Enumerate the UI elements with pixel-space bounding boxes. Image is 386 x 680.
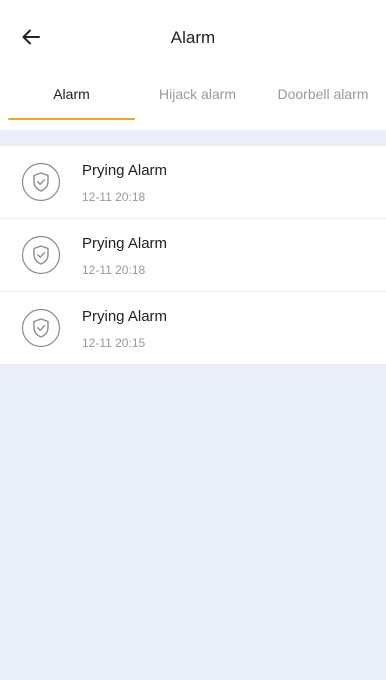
alarm-name: Prying Alarm — [82, 308, 168, 325]
alarm-tabs: Alarm Hijack alarm Doorbell alarm — [0, 82, 386, 120]
app-header: Alarm Alarm Hijack alarm Doorbell alarm — [0, 0, 386, 130]
tab-label: Hijack alarm — [158, 86, 236, 102]
alarm-list: Prying Alarm 12-11 20:18 Prying Alarm 12… — [0, 146, 386, 364]
tab-label: Doorbell alarm — [277, 86, 369, 102]
alarm-time: 12-11 20:18 — [82, 263, 146, 277]
alarm-name: Prying Alarm — [82, 235, 168, 252]
alarm-list-item[interactable]: Prying Alarm 12-11 20:18 — [0, 146, 386, 219]
page-title: Alarm — [170, 28, 216, 47]
alarm-time: 12-11 20:18 — [82, 190, 146, 204]
alarm-name: Prying Alarm — [82, 162, 168, 179]
alarm-list-item[interactable]: Prying Alarm 12-11 20:18 — [0, 219, 386, 292]
shield-check-icon — [21, 162, 61, 202]
tab-alarm[interactable]: Alarm — [8, 82, 135, 120]
active-tab-indicator — [8, 118, 135, 120]
alarm-list-item[interactable]: Prying Alarm 12-11 20:15 — [0, 292, 386, 364]
tab-label: Alarm — [53, 86, 90, 102]
tab-hijack-alarm[interactable]: Hijack alarm — [135, 82, 260, 120]
alarm-time: 12-11 20:15 — [82, 336, 146, 350]
shield-check-icon — [21, 308, 61, 348]
shield-check-icon — [21, 235, 61, 275]
tab-doorbell-alarm[interactable]: Doorbell alarm — [260, 82, 386, 120]
